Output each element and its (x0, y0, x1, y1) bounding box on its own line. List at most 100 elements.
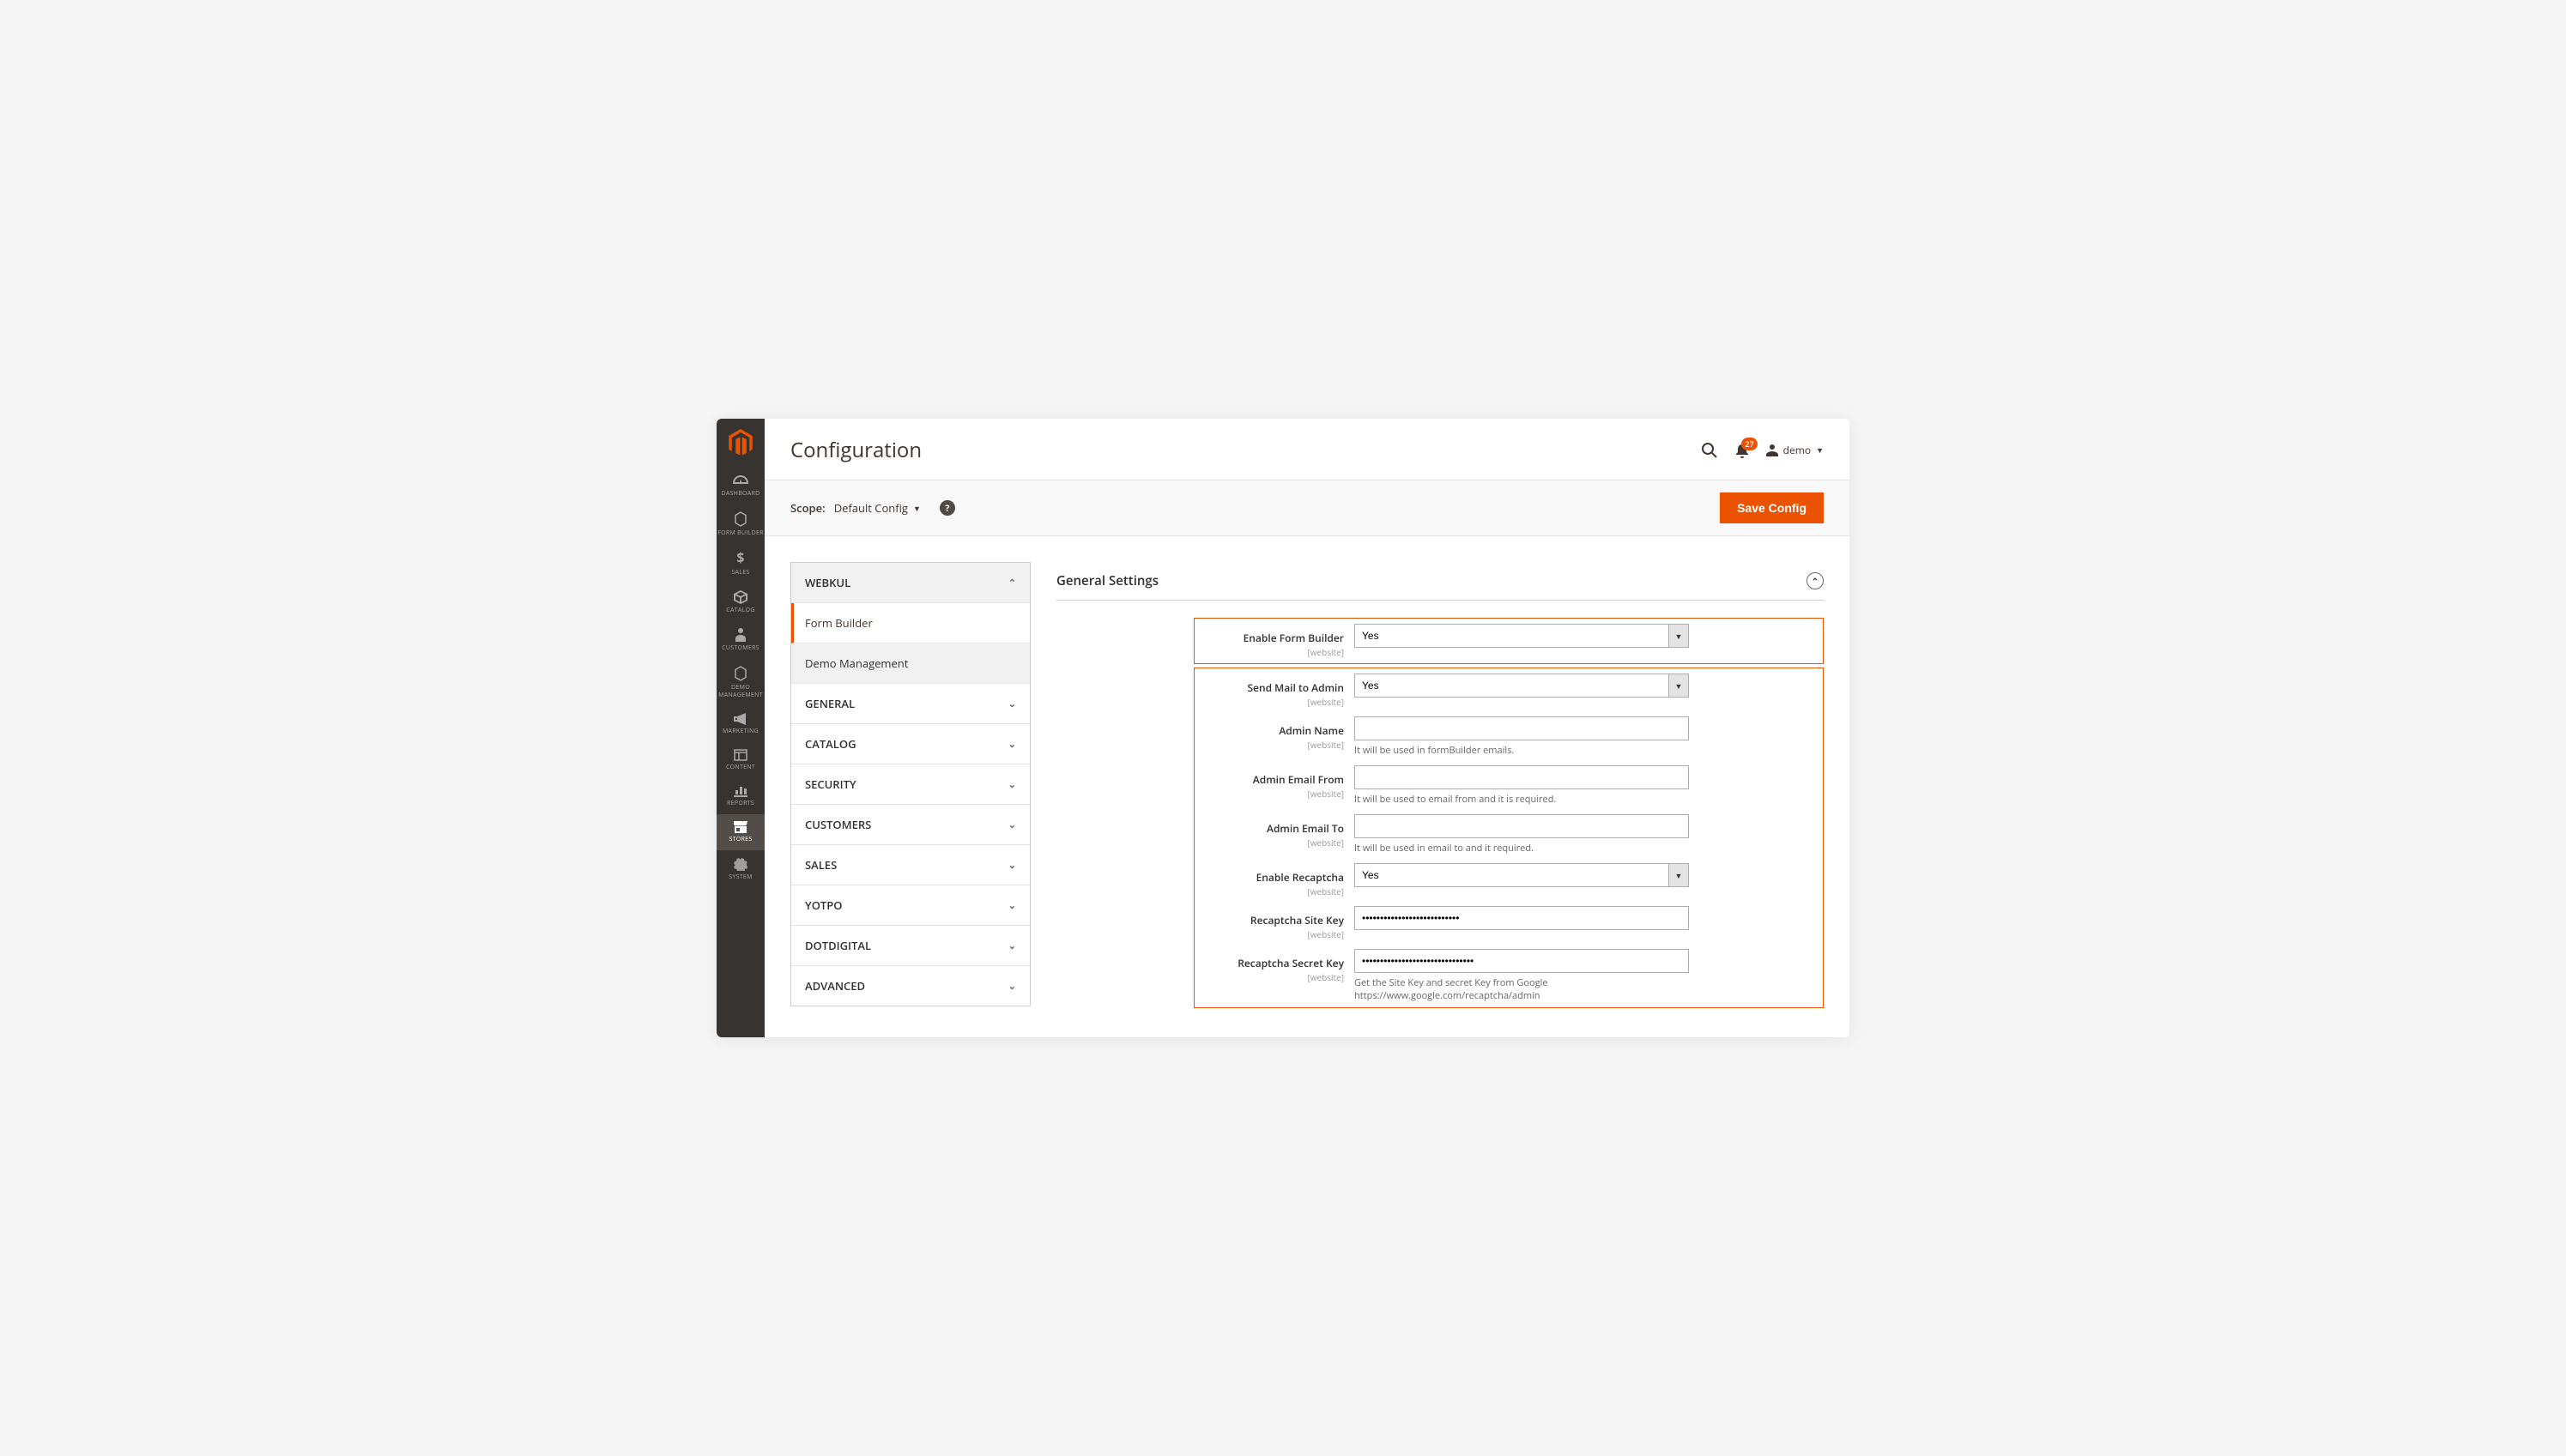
field-scope: [website] (1200, 788, 1344, 800)
scope-selector: Scope: Default Config ▼ ? (790, 500, 955, 516)
admin-email-from-input[interactable] (1354, 765, 1689, 789)
hexagon-icon (734, 666, 747, 681)
nav-label: CUSTOMERS (722, 644, 760, 652)
section-label: CATALOG (805, 736, 856, 752)
recaptcha-site-key-input[interactable] (1354, 906, 1689, 930)
chevron-up-icon: ⌃ (1008, 577, 1016, 589)
enable-form-builder-select[interactable]: Yes (1354, 624, 1689, 648)
toolbar: Scope: Default Config ▼ ? Save Config (765, 480, 1849, 536)
chevron-down-icon: ⌄ (1008, 939, 1016, 952)
section-label: YOTPO (805, 897, 843, 913)
search-icon (1702, 443, 1717, 458)
nav-demo-management[interactable]: DEMO MANAGEMENT (717, 659, 765, 706)
send-mail-admin-select[interactable]: Yes (1354, 674, 1689, 698)
nav-catalog[interactable]: CATALOG (717, 583, 765, 621)
section-title-row: General Settings ⌃ (1056, 562, 1824, 601)
field-scope: [website] (1200, 885, 1344, 897)
field-label: Admin Email To (1267, 821, 1344, 836)
field-scope: [website] (1200, 696, 1344, 708)
field-label: Recaptcha Site Key (1250, 913, 1344, 927)
nav-marketing[interactable]: MARKETING (717, 706, 765, 742)
box-icon (734, 590, 747, 604)
nav-label: DEMO MANAGEMENT (717, 684, 765, 699)
nav-content[interactable]: CONTENT (717, 742, 765, 778)
scope-value: Default Config (834, 500, 908, 516)
app-window: DASHBOARD FORM BUILDER $ SALES CATALOG C… (717, 419, 1849, 1037)
nav-dashboard[interactable]: DASHBOARD (717, 468, 765, 504)
svg-text:$: $ (736, 551, 744, 566)
nav-form-builder[interactable]: FORM BUILDER (717, 504, 765, 544)
config-nav: WEBKUL ⌃ Form Builder Demo Management GE… (790, 562, 1031, 1012)
help-button[interactable]: ? (940, 500, 955, 516)
nav-label: STORES (729, 836, 753, 843)
scope-dropdown[interactable]: Default Config ▼ (834, 500, 921, 516)
field-scope: [website] (1200, 646, 1344, 658)
notification-badge: 27 (1741, 438, 1757, 450)
admin-name-input[interactable] (1354, 716, 1689, 740)
person-icon (735, 628, 746, 642)
nav-system[interactable]: SYSTEM (717, 850, 765, 888)
user-menu[interactable]: demo ▼ (1766, 443, 1824, 457)
section-label: SALES (805, 857, 837, 873)
enable-recaptcha-select[interactable]: Yes (1354, 863, 1689, 887)
header-actions: 27 demo ▼ (1701, 442, 1824, 459)
config-section-yotpo[interactable]: YOTPO ⌄ (791, 885, 1030, 926)
section-label: ADVANCED (805, 978, 865, 994)
nav-customers[interactable]: CUSTOMERS (717, 621, 765, 659)
config-section-header[interactable]: WEBKUL ⌃ (791, 563, 1030, 603)
config-section-dotdigital[interactable]: DOTDIGITAL ⌄ (791, 926, 1030, 966)
config-subitem-form-builder[interactable]: Form Builder (791, 603, 1030, 643)
bar-chart-icon (734, 785, 747, 797)
user-label: demo (1783, 443, 1811, 457)
field-label: Send Mail to Admin (1247, 680, 1344, 695)
dollar-icon: $ (735, 551, 746, 566)
config-section-sales[interactable]: SALES ⌄ (791, 845, 1030, 885)
field-label: Recaptcha Secret Key (1238, 956, 1344, 970)
config-section-advanced[interactable]: ADVANCED ⌄ (791, 966, 1030, 1006)
nav-reports[interactable]: REPORTS (717, 778, 765, 814)
gear-icon (734, 857, 747, 871)
field-hint: It will be used in formBuilder emails. (1354, 744, 1689, 757)
nav-stores[interactable]: STORES (717, 814, 765, 850)
config-content-area: WEBKUL ⌃ Form Builder Demo Management GE… (765, 536, 1849, 1037)
nav-label: SALES (731, 569, 749, 577)
page-title: Configuration (790, 436, 922, 464)
recaptcha-secret-key-input[interactable] (1354, 949, 1689, 973)
save-config-button[interactable]: Save Config (1720, 492, 1824, 523)
config-section-customers[interactable]: CUSTOMERS ⌄ (791, 805, 1030, 845)
section-title: General Settings (1056, 572, 1159, 589)
search-button[interactable] (1701, 442, 1718, 459)
highlight-mail-settings: Send Mail to Admin [website] Yes ▼ (1194, 668, 1824, 1008)
section-label: CUSTOMERS (805, 817, 871, 832)
chevron-down-icon: ⌄ (1008, 899, 1016, 912)
field-scope: [website] (1200, 928, 1344, 940)
store-icon (734, 821, 747, 833)
chevron-down-icon: ⌄ (1008, 859, 1016, 872)
nav-label: CONTENT (726, 764, 755, 771)
user-icon (1766, 444, 1778, 456)
config-section-catalog[interactable]: CATALOG ⌄ (791, 724, 1030, 764)
nav-label: DASHBOARD (722, 490, 760, 498)
field-label: Enable Form Builder (1244, 631, 1344, 645)
nav-sales[interactable]: $ SALES (717, 544, 765, 583)
magento-logo[interactable] (725, 427, 756, 458)
config-subitem-demo-management[interactable]: Demo Management (791, 643, 1030, 684)
field-scope: [website] (1200, 739, 1344, 751)
field-scope: [website] (1200, 971, 1344, 983)
chevron-down-icon: ⌄ (1008, 738, 1016, 751)
admin-email-to-input[interactable] (1354, 814, 1689, 838)
field-hint: Get the Site Key and secret Key from Goo… (1354, 976, 1689, 1002)
chevron-down-icon: ⌄ (1008, 819, 1016, 831)
section-label: SECURITY (805, 776, 856, 792)
notifications-button[interactable]: 27 (1734, 442, 1751, 459)
chevron-down-icon: ⌄ (1008, 980, 1016, 993)
field-hint: It will be used in email to and it requi… (1354, 842, 1689, 855)
collapse-button[interactable]: ⌃ (1806, 572, 1824, 589)
config-section-general[interactable]: GENERAL ⌄ (791, 684, 1030, 724)
chevron-down-icon: ⌄ (1008, 778, 1016, 791)
megaphone-icon (734, 713, 747, 725)
highlight-enable-form-builder: Enable Form Builder [website] Yes ▼ (1194, 618, 1824, 664)
nav-label: CATALOG (726, 607, 754, 614)
field-scope: [website] (1200, 837, 1344, 849)
config-section-security[interactable]: SECURITY ⌄ (791, 764, 1030, 805)
